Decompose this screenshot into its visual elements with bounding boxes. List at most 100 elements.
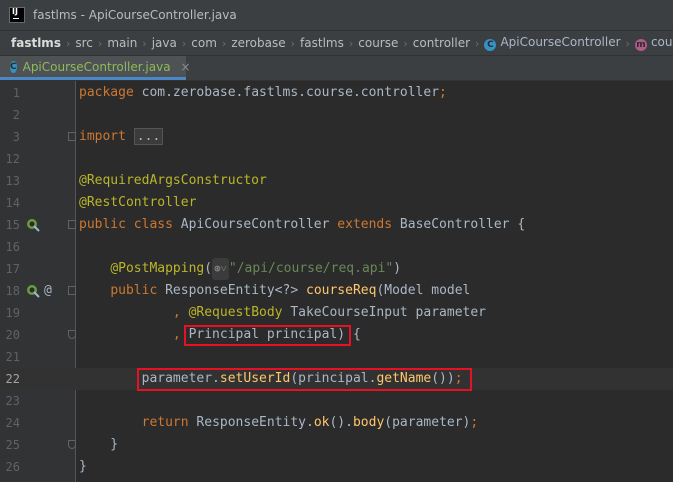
- spring-bean-icon[interactable]: [26, 284, 40, 298]
- code-editor[interactable]: 1 package com.zerobase.fastlms.course.con…: [0, 81, 673, 482]
- code-line[interactable]: 26}: [0, 456, 673, 478]
- chevron-right-icon: ›: [475, 36, 480, 50]
- code-token: import: [79, 129, 134, 144]
- line-number[interactable]: 24: [0, 412, 20, 434]
- tab-api-course-controller[interactable]: C ApiCourseController.java ×: [0, 56, 191, 80]
- breadcrumb-item[interactable]: java: [149, 36, 180, 50]
- spring-bean-icon[interactable]: [26, 218, 40, 232]
- code-line[interactable]: 1 package com.zerobase.fastlms.course.con…: [0, 82, 673, 104]
- line-number[interactable]: 1: [0, 82, 20, 104]
- close-icon[interactable]: ×: [181, 60, 191, 74]
- chevron-right-icon: ›: [221, 36, 227, 50]
- breadcrumb-item-method[interactable]: mcourseReq: [632, 35, 673, 51]
- line-number[interactable]: 18: [0, 280, 20, 302]
- code-token: BaseController {: [399, 217, 526, 232]
- window-title: fastlms - ApiCourseController.java: [33, 8, 237, 22]
- fold-toggle-icon[interactable]: [68, 132, 76, 141]
- code-text: @PostMapping(⊛˅ "/api/course/req.api"): [79, 258, 401, 280]
- breadcrumb-item[interactable]: main: [104, 36, 140, 50]
- breadcrumb-item[interactable]: zerobase: [228, 36, 288, 50]
- breadcrumb-item[interactable]: com: [188, 36, 220, 50]
- fold-toggle-icon[interactable]: [68, 220, 76, 229]
- chevron-right-icon: ›: [290, 36, 296, 50]
- code-token: ().: [329, 415, 353, 430]
- line-number[interactable]: 19: [0, 302, 20, 324]
- code-text: }: [79, 434, 118, 456]
- code-token: ,: [172, 305, 189, 320]
- code-text: import ...: [79, 126, 164, 148]
- code-text: public ResponseEntity<?> courseReq(Model…: [79, 280, 470, 302]
- line-number[interactable]: 3: [0, 126, 20, 148]
- breadcrumb-item[interactable]: controller: [410, 36, 473, 50]
- line-number[interactable]: 25: [0, 434, 20, 456]
- code-line[interactable]: 15 public class ApiCourseController exten…: [0, 214, 673, 236]
- code-line[interactable]: 22 parameter.setUserId(principal.getName…: [0, 368, 673, 390]
- line-number[interactable]: 2: [0, 104, 20, 126]
- line-number[interactable]: 17: [0, 258, 20, 280]
- fold-toggle-icon[interactable]: [68, 286, 76, 295]
- chevron-right-icon: ›: [142, 36, 147, 50]
- class-icon: C: [484, 39, 497, 51]
- code-line[interactable]: 19 , @RequestBody TakeCourseInput parame…: [0, 302, 673, 324]
- code-token: @RequiredArgsConstructor: [79, 173, 267, 188]
- title-bar: IJ fastlms - ApiCourseController.java: [0, 0, 673, 31]
- code-line[interactable]: 3 import ...: [0, 126, 673, 148]
- code-token: "/api/course/req.api": [228, 261, 394, 276]
- code-token: body: [352, 415, 385, 430]
- code-line[interactable]: 12: [0, 148, 673, 170]
- code-token: }: [79, 459, 87, 474]
- code-line[interactable]: 14 @RestController: [0, 192, 673, 214]
- code-line[interactable]: 23: [0, 390, 673, 412]
- code-token: com.zerobase.fastlms.course.controller: [141, 85, 440, 100]
- breadcrumb-item[interactable]: fastlms: [297, 36, 347, 50]
- code-token: (: [204, 261, 213, 276]
- line-number[interactable]: 26: [0, 456, 20, 478]
- code-line[interactable]: 21: [0, 346, 673, 368]
- chevron-right-icon: ›: [403, 36, 408, 50]
- code-token: TakeCourseInput parameter: [290, 305, 486, 320]
- intellij-app-icon: IJ: [9, 7, 25, 23]
- code-token: @RequestBody: [188, 305, 291, 320]
- breadcrumb-item-project[interactable]: fastlms: [0, 36, 64, 50]
- code-token: ): [393, 261, 402, 276]
- line-number[interactable]: 14: [0, 192, 20, 214]
- code-token: ResponseEntity.: [196, 415, 314, 430]
- code-line[interactable]: 2: [0, 104, 673, 126]
- chevron-right-icon: ›: [348, 36, 354, 50]
- code-line[interactable]: 16: [0, 236, 673, 258]
- fold-toggle-icon[interactable]: [68, 440, 76, 449]
- line-number[interactable]: 22: [0, 368, 20, 390]
- line-number[interactable]: 16: [0, 236, 20, 258]
- fold-toggle-icon[interactable]: [68, 330, 76, 339]
- code-token: ok: [313, 415, 330, 430]
- breadcrumb-item-class[interactable]: C ApiCourseController: [481, 35, 623, 51]
- line-number[interactable]: 20: [0, 324, 20, 346]
- chevron-right-icon: ›: [65, 36, 71, 50]
- breadcrumb-item[interactable]: course: [355, 36, 401, 50]
- code-line[interactable]: 24 return ResponseEntity.ok().body(param…: [0, 412, 673, 434]
- line-number[interactable]: 13: [0, 170, 20, 192]
- code-line[interactable]: 25 }: [0, 434, 673, 456]
- line-number[interactable]: 15: [0, 214, 20, 236]
- code-line[interactable]: 17 @PostMapping(⊛˅ "/api/course/req.api"): [0, 258, 673, 280]
- breadcrumb: fastlms › src › main › java › com › zero…: [0, 31, 673, 56]
- inlay-hint[interactable]: ⊛˅: [212, 258, 229, 280]
- code-token: package: [79, 85, 142, 100]
- chevron-right-icon: ›: [97, 36, 103, 50]
- code-text: , Principal principal) {: [79, 324, 361, 346]
- line-number[interactable]: 23: [0, 390, 20, 412]
- line-number[interactable]: 12: [0, 148, 20, 170]
- chevron-right-icon: ›: [181, 36, 187, 50]
- folded-imports[interactable]: ...: [133, 128, 164, 145]
- override-marker-icon[interactable]: @: [44, 280, 52, 302]
- code-token: ;: [470, 415, 479, 430]
- breadcrumb-item[interactable]: src: [72, 36, 96, 50]
- code-line[interactable]: 20 , Principal principal) {: [0, 324, 673, 346]
- code-text: @RequiredArgsConstructor: [79, 170, 267, 192]
- code-token: ;: [454, 371, 463, 386]
- code-line[interactable]: 18 @ public ResponseEntity<?> courseReq(M…: [0, 280, 673, 302]
- code-line[interactable]: 13 @RequiredArgsConstructor: [0, 170, 673, 192]
- line-number[interactable]: 21: [0, 346, 20, 368]
- code-token: getName: [376, 371, 432, 386]
